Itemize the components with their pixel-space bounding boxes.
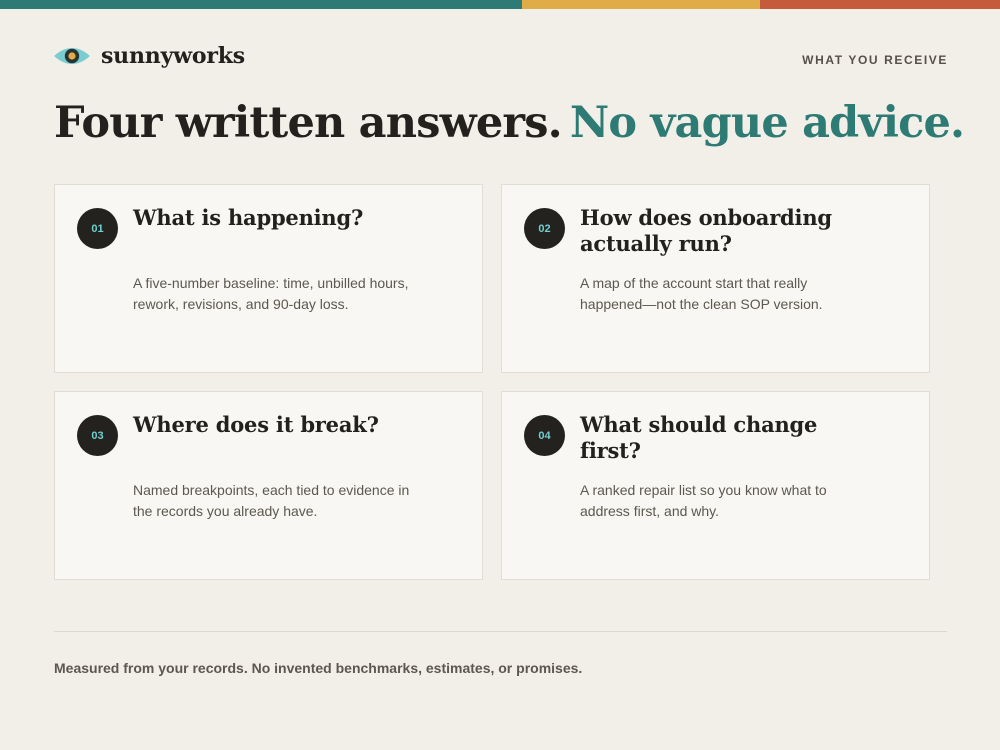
card-title: Where does it break? bbox=[133, 412, 379, 437]
card-body: A ranked repair list so you know what to… bbox=[580, 482, 827, 519]
page-headline: Four written answers. No vague advice. bbox=[54, 98, 965, 148]
footer-divider bbox=[54, 631, 947, 632]
footer-note: Measured from your records. No invented … bbox=[54, 660, 583, 676]
card-body: A five-number baseline: time, unbilled h… bbox=[133, 275, 409, 312]
card-body: Named breakpoints, each tied to evidence… bbox=[133, 482, 410, 519]
card-title: How does onboarding actually run? bbox=[580, 205, 832, 256]
card-number-badge: 03 bbox=[77, 415, 118, 456]
card-number-badge: 04 bbox=[524, 415, 565, 456]
card-number-badge: 02 bbox=[524, 208, 565, 249]
answer-card-4: 04 What should change first? A ranked re… bbox=[501, 391, 930, 580]
card-title: What should change first? bbox=[580, 412, 818, 463]
answer-card-3: 03 Where does it break? Named breakpoint… bbox=[54, 391, 483, 580]
answer-card-2: 02 How does onboarding actually run? A m… bbox=[501, 184, 930, 373]
color-bar-red bbox=[760, 0, 1000, 9]
card-title: What is happening? bbox=[133, 205, 364, 230]
card-number-badge: 01 bbox=[77, 208, 118, 249]
logo[interactable]: sunnyworks bbox=[53, 43, 245, 69]
color-bar-teal bbox=[0, 0, 522, 9]
color-bar-gold bbox=[522, 0, 760, 9]
section-eyebrow: WHAT YOU RECEIVE bbox=[802, 53, 948, 67]
card-body: A map of the account start that really h… bbox=[580, 275, 823, 312]
headline-main: Four written answers. bbox=[54, 98, 563, 148]
eye-icon bbox=[53, 43, 91, 69]
top-color-bar bbox=[0, 0, 1000, 9]
brand-name: sunnyworks bbox=[101, 43, 245, 69]
headline-accent: No vague advice. bbox=[569, 98, 965, 148]
answer-card-1: 01 What is happening? A five-number base… bbox=[54, 184, 483, 373]
